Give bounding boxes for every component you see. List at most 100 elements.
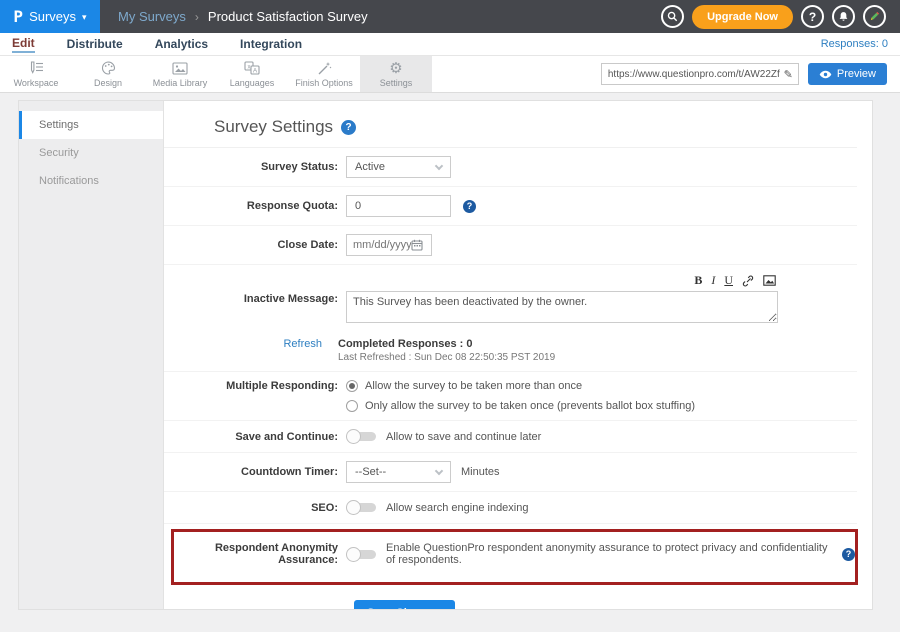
tab-integration[interactable]: Integration [224, 33, 318, 55]
pencil-icon [869, 11, 880, 22]
save-continue-row: Save and Continue: Allow to save and con… [164, 421, 857, 453]
radio-option-once-only[interactable]: Only allow the survey to be taken once (… [346, 400, 695, 412]
seo-toggle[interactable] [346, 500, 376, 515]
settings-main: Survey Settings ? Survey Status: Active … [164, 101, 872, 609]
edit-url-icon[interactable]: ✎ [784, 68, 798, 81]
multiple-responding-row: Multiple Responding: Allow the survey to… [164, 372, 857, 421]
toolbar-tab-workspace[interactable]: Workspace [0, 56, 72, 92]
minutes-label: Minutes [461, 466, 500, 478]
notifications-button[interactable] [832, 5, 855, 28]
toolbar-tab-finish-options[interactable]: Finish Options [288, 56, 360, 92]
survey-url-field[interactable]: ✎ [601, 63, 799, 85]
toolbar-tab-design[interactable]: Design [72, 56, 144, 92]
last-refreshed-text: Last Refreshed : Sun Dec 08 22:50:35 PST… [338, 352, 555, 363]
chevron-down-icon [435, 466, 443, 474]
workspace-icon [28, 61, 44, 76]
save-continue-description: Allow to save and continue later [386, 431, 541, 443]
top-header-bar: P Surveys ▾ My Surveys › Product Satisfa… [0, 0, 900, 33]
breadcrumb: My Surveys › Product Satisfaction Survey [118, 0, 368, 33]
breadcrumb-current-survey: Product Satisfaction Survey [208, 9, 368, 24]
italic-button[interactable]: I [711, 273, 715, 288]
anonymity-toggle[interactable] [346, 547, 376, 562]
edit-profile-button[interactable] [863, 5, 886, 28]
preview-button[interactable]: Preview [808, 63, 887, 85]
page-title: Survey Settings [214, 117, 333, 137]
tab-distribute[interactable]: Distribute [51, 33, 139, 55]
survey-nav-tabs: Edit Distribute Analytics Integration Re… [0, 33, 900, 56]
anonymity-help-icon[interactable]: ? [842, 548, 855, 561]
close-date-input[interactable] [353, 239, 411, 251]
svg-text:A: A [253, 67, 258, 74]
save-continue-toggle[interactable] [346, 429, 376, 444]
surveys-app-menu[interactable]: P Surveys ▾ [0, 0, 100, 33]
toolbar-tab-languages[interactable]: xA Languages [216, 56, 288, 92]
header-actions: Upgrade Now ? [661, 0, 900, 33]
toolbar-right: ✎ Preview [601, 56, 900, 92]
refresh-link[interactable]: Refresh [164, 338, 338, 350]
survey-status-select[interactable]: Active [346, 156, 451, 178]
gear-icon: ⚙ [389, 61, 402, 76]
search-icon [667, 11, 678, 22]
anonymity-label: Respondent Anonymity Assurance: [174, 542, 346, 566]
eye-icon [819, 70, 832, 79]
inactive-message-row: Inactive Message: B I U This Survey has … [164, 265, 857, 336]
survey-settings-help-icon[interactable]: ? [341, 120, 356, 135]
upgrade-now-button[interactable]: Upgrade Now [692, 5, 793, 29]
countdown-timer-select[interactable]: --Set-- [346, 461, 451, 483]
sidebar-item-notifications[interactable]: Notifications [19, 167, 163, 195]
anonymity-description: Enable QuestionPro respondent anonymity … [386, 542, 836, 566]
calendar-icon [411, 239, 423, 251]
response-quota-label: Response Quota: [164, 200, 346, 212]
translate-icon: xA [244, 61, 260, 76]
help-button[interactable]: ? [801, 5, 824, 28]
insert-image-button[interactable] [763, 275, 776, 286]
bold-button[interactable]: B [694, 273, 702, 288]
close-date-row: Close Date: [164, 226, 857, 265]
breadcrumb-separator: › [195, 10, 199, 24]
seo-description: Allow search engine indexing [386, 502, 528, 514]
anonymity-highlight-box: Respondent Anonymity Assurance: Enable Q… [171, 529, 858, 585]
image-icon [172, 61, 188, 76]
inactive-message-textarea[interactable]: This Survey has been deactivated by the … [346, 291, 778, 323]
edit-toolbar: Workspace Design Media Library xA Langua… [0, 56, 900, 93]
sidebar-item-settings[interactable]: Settings [19, 111, 163, 139]
response-quota-help-icon[interactable]: ? [463, 200, 476, 213]
link-button[interactable] [742, 275, 754, 287]
toolbar-tab-settings[interactable]: ⚙ Settings [360, 56, 432, 92]
seo-row: SEO: Allow search engine indexing [164, 492, 857, 524]
questionpro-logo: P [13, 7, 23, 26]
chevron-down-icon [435, 161, 443, 169]
refresh-row: Refresh Completed Responses : 0 Last Ref… [164, 336, 857, 372]
countdown-timer-row: Countdown Timer: --Set-- Minutes [164, 453, 857, 492]
sidebar-item-security[interactable]: Security [19, 139, 163, 167]
close-date-label: Close Date: [164, 239, 346, 251]
magic-wand-icon [317, 61, 332, 76]
tab-edit[interactable]: Edit [0, 33, 51, 55]
seo-label: SEO: [164, 502, 346, 514]
radio-option-multiple-allowed[interactable]: Allow the survey to be taken more than o… [346, 380, 695, 392]
close-date-field[interactable] [346, 234, 432, 256]
settings-card: Settings Security Notifications Survey S… [18, 100, 873, 610]
completed-responses-text: Completed Responses : 0 [338, 338, 555, 350]
rich-text-toolbar: B I U [346, 273, 778, 291]
multiple-responding-label: Multiple Responding: [164, 380, 346, 392]
survey-url-input[interactable] [602, 69, 784, 80]
tab-analytics[interactable]: Analytics [139, 33, 224, 55]
toolbar-tab-media-library[interactable]: Media Library [144, 56, 216, 92]
response-quota-input[interactable] [346, 195, 451, 217]
save-continue-label: Save and Continue: [164, 431, 346, 443]
survey-status-row: Survey Status: Active [164, 148, 857, 187]
underline-button[interactable]: U [724, 273, 733, 288]
search-button[interactable] [661, 5, 684, 28]
responses-count[interactable]: Responses: 0 [821, 38, 900, 50]
palette-icon [101, 61, 116, 76]
bell-icon [838, 11, 849, 22]
survey-status-label: Survey Status: [164, 161, 346, 173]
breadcrumb-my-surveys[interactable]: My Surveys [118, 9, 186, 24]
save-changes-button[interactable]: Save Changes [354, 600, 455, 609]
refresh-info: Completed Responses : 0 Last Refreshed :… [338, 338, 555, 363]
response-quota-row: Response Quota: ? [164, 187, 857, 226]
anonymity-row: Respondent Anonymity Assurance: Enable Q… [174, 532, 855, 582]
inactive-message-label: Inactive Message: [164, 273, 346, 305]
chevron-down-icon: ▾ [82, 12, 87, 23]
